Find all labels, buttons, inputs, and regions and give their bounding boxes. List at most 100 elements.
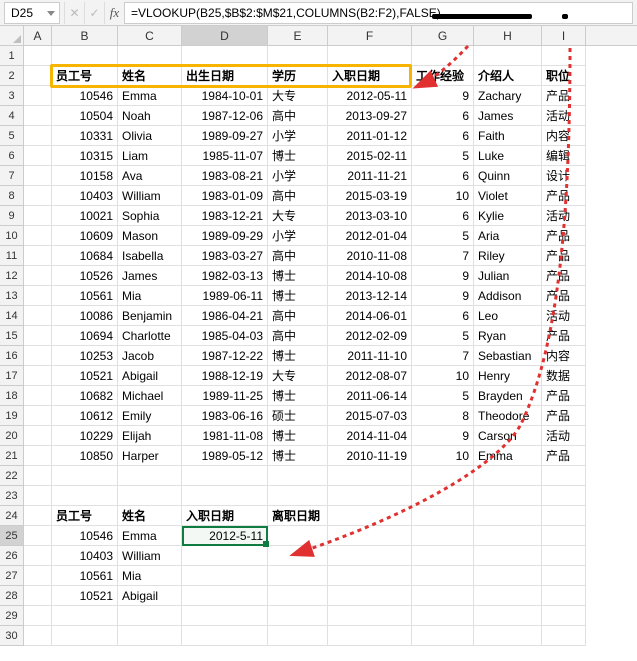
cell-hire[interactable]: 2012-02-09 xyxy=(328,326,412,346)
cell-edu[interactable]: 高中 xyxy=(268,246,328,266)
cell[interactable] xyxy=(542,626,586,646)
cell[interactable] xyxy=(412,606,474,626)
cell-exp[interactable]: 10 xyxy=(412,446,474,466)
cell-ref[interactable]: Leo xyxy=(474,306,542,326)
cell[interactable] xyxy=(24,486,52,506)
cell-ref[interactable]: Faith xyxy=(474,126,542,146)
cell-hire[interactable]: 2015-03-19 xyxy=(328,186,412,206)
cell-emp-id[interactable]: 10086 xyxy=(52,306,118,326)
row-header[interactable]: 3 xyxy=(0,86,24,106)
cell-name[interactable]: Elijah xyxy=(118,426,182,446)
row-header[interactable]: 15 xyxy=(0,326,24,346)
cell[interactable] xyxy=(24,586,52,606)
lookup-header-emp-id[interactable]: 员工号 xyxy=(52,506,118,526)
cell-exp[interactable]: 5 xyxy=(412,226,474,246)
cell-pos[interactable]: 产品 xyxy=(542,186,586,206)
row-header[interactable]: 29 xyxy=(0,606,24,626)
header-hire[interactable]: 入职日期 xyxy=(328,66,412,86)
cell[interactable] xyxy=(118,606,182,626)
cell-name[interactable]: William xyxy=(118,186,182,206)
cell[interactable] xyxy=(24,266,52,286)
cell[interactable] xyxy=(412,506,474,526)
cell-birth[interactable]: 1989-09-29 xyxy=(182,226,268,246)
col-header-B[interactable]: B xyxy=(52,26,118,45)
cell-name[interactable]: Isabella xyxy=(118,246,182,266)
cell-hire[interactable]: 2010-11-19 xyxy=(328,446,412,466)
cell-name[interactable]: Charlotte xyxy=(118,326,182,346)
cell[interactable] xyxy=(412,526,474,546)
lookup-hire[interactable] xyxy=(182,566,268,586)
cell[interactable] xyxy=(328,606,412,626)
cell[interactable] xyxy=(542,546,586,566)
cell[interactable] xyxy=(24,366,52,386)
cell-emp-id[interactable]: 10694 xyxy=(52,326,118,346)
cell-ref[interactable]: Addison xyxy=(474,286,542,306)
cell-name[interactable]: Sophia xyxy=(118,206,182,226)
cell-hire[interactable]: 2012-05-11 xyxy=(328,86,412,106)
cell[interactable] xyxy=(268,466,328,486)
cell-edu[interactable]: 博士 xyxy=(268,146,328,166)
cell-name[interactable]: Michael xyxy=(118,386,182,406)
cell-hire[interactable]: 2011-11-10 xyxy=(328,346,412,366)
cell-ref[interactable]: Brayden xyxy=(474,386,542,406)
lookup-name[interactable]: Mia xyxy=(118,566,182,586)
cell[interactable] xyxy=(328,46,412,66)
cell-birth[interactable]: 1985-11-07 xyxy=(182,146,268,166)
cell[interactable] xyxy=(24,286,52,306)
cell-pos[interactable]: 产品 xyxy=(542,326,586,346)
cell-birth[interactable]: 1986-04-21 xyxy=(182,306,268,326)
cell-birth[interactable]: 1987-12-06 xyxy=(182,106,268,126)
cell[interactable] xyxy=(542,606,586,626)
cell[interactable] xyxy=(474,466,542,486)
header-emp-id[interactable]: 员工号 xyxy=(52,66,118,86)
cell[interactable] xyxy=(328,566,412,586)
cell[interactable] xyxy=(542,586,586,606)
cell[interactable] xyxy=(474,606,542,626)
cell-name[interactable]: Emily xyxy=(118,406,182,426)
cell-edu[interactable]: 小学 xyxy=(268,126,328,146)
cell-name[interactable]: Olivia xyxy=(118,126,182,146)
cell-exp[interactable]: 6 xyxy=(412,306,474,326)
cell[interactable] xyxy=(542,506,586,526)
cell[interactable] xyxy=(474,46,542,66)
cell[interactable] xyxy=(24,146,52,166)
header-edu[interactable]: 学历 xyxy=(268,66,328,86)
cell-pos[interactable]: 活动 xyxy=(542,426,586,446)
cell[interactable] xyxy=(268,486,328,506)
lookup-name[interactable]: Abigail xyxy=(118,586,182,606)
cell[interactable] xyxy=(52,466,118,486)
cell-birth[interactable]: 1983-06-16 xyxy=(182,406,268,426)
row-header[interactable]: 14 xyxy=(0,306,24,326)
cell[interactable] xyxy=(118,46,182,66)
lookup-emp-id[interactable]: 10561 xyxy=(52,566,118,586)
row-header[interactable]: 30 xyxy=(0,626,24,646)
cell[interactable] xyxy=(268,626,328,646)
cell-emp-id[interactable]: 10561 xyxy=(52,286,118,306)
cell-hire[interactable]: 2014-11-04 xyxy=(328,426,412,446)
cell-edu[interactable]: 高中 xyxy=(268,306,328,326)
header-ref[interactable]: 介绍人 xyxy=(474,66,542,86)
cell-exp[interactable]: 9 xyxy=(412,86,474,106)
cell-exp[interactable]: 5 xyxy=(412,326,474,346)
cell-exp[interactable]: 5 xyxy=(412,386,474,406)
cell-pos[interactable]: 内容 xyxy=(542,346,586,366)
cell-emp-id[interactable]: 10684 xyxy=(52,246,118,266)
cell[interactable] xyxy=(24,506,52,526)
cell-emp-id[interactable]: 10021 xyxy=(52,206,118,226)
cell[interactable] xyxy=(24,186,52,206)
cell[interactable] xyxy=(474,626,542,646)
cell[interactable] xyxy=(268,566,328,586)
cell[interactable] xyxy=(24,526,52,546)
cell-pos[interactable]: 产品 xyxy=(542,406,586,426)
row-header[interactable]: 5 xyxy=(0,126,24,146)
cell-exp[interactable]: 7 xyxy=(412,246,474,266)
cell-emp-id[interactable]: 10403 xyxy=(52,186,118,206)
cell[interactable] xyxy=(182,46,268,66)
cell[interactable] xyxy=(24,426,52,446)
row-header[interactable]: 27 xyxy=(0,566,24,586)
cell-birth[interactable]: 1984-10-01 xyxy=(182,86,268,106)
cell[interactable] xyxy=(474,586,542,606)
cell-name[interactable]: Noah xyxy=(118,106,182,126)
cell[interactable] xyxy=(24,66,52,86)
row-header[interactable]: 19 xyxy=(0,406,24,426)
